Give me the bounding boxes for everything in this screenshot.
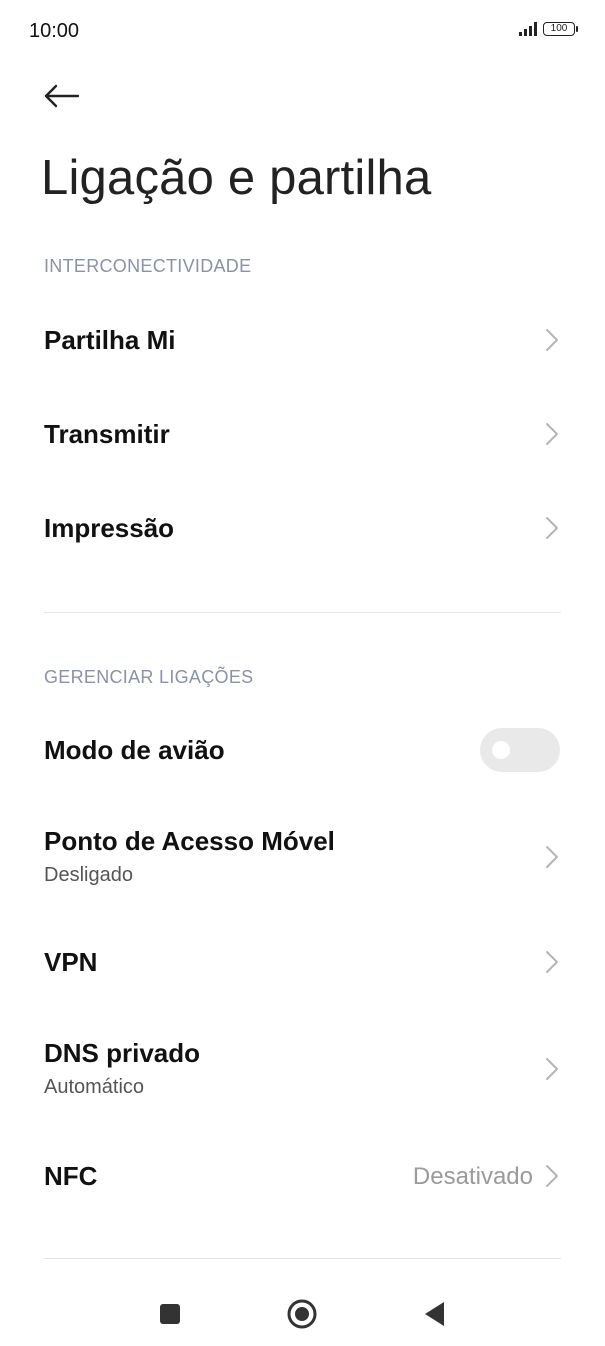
nav-back-button[interactable]	[414, 1294, 454, 1334]
airplane-mode-row[interactable]: Modo de avião	[0, 704, 605, 798]
status-icons: 100	[519, 22, 578, 36]
row-label: VPN	[44, 947, 98, 977]
row-sublabel: Automático	[44, 1076, 145, 1098]
navigation-bar	[0, 1276, 605, 1346]
chevron-right-icon	[546, 846, 558, 868]
hotspot-row[interactable]: Ponto de Acesso Móvel Desligado	[0, 808, 605, 908]
row-label: Ponto de Acesso Móvel	[44, 826, 335, 856]
chevron-right-icon	[546, 329, 558, 351]
nfc-row[interactable]: NFC Desativado	[0, 1128, 605, 1222]
private-dns-row[interactable]: DNS privado Automático	[0, 1020, 605, 1120]
battery-level: 100	[550, 23, 568, 34]
vpn-row[interactable]: VPN	[0, 916, 605, 1010]
row-label: NFC	[44, 1161, 98, 1191]
back-button[interactable]	[40, 76, 84, 116]
section-divider	[44, 612, 561, 613]
chevron-right-icon	[546, 1058, 558, 1080]
bottom-divider	[44, 1258, 561, 1259]
row-label: Impressão	[44, 513, 175, 543]
impressao-row[interactable]: Impressão	[0, 482, 605, 576]
square-icon	[160, 1304, 180, 1324]
battery-icon: 100	[543, 22, 578, 36]
row-label: DNS privado	[44, 1038, 201, 1068]
partilha-mi-row[interactable]: Partilha Mi	[0, 294, 605, 388]
row-label: Partilha Mi	[44, 325, 176, 355]
chevron-right-icon	[546, 951, 558, 973]
toggle-knob	[492, 741, 510, 759]
triangle-back-icon	[425, 1302, 444, 1326]
section-header-interconnectivity: INTERCONECTIVIDADE	[44, 256, 252, 276]
row-label: Modo de avião	[44, 735, 225, 765]
recents-button[interactable]	[150, 1294, 190, 1334]
screen: 10:00 100 Ligação e partilha INTERCONECT…	[0, 0, 605, 1346]
chevron-right-icon	[546, 1165, 558, 1187]
chevron-right-icon	[546, 423, 558, 445]
status-time: 10:00	[29, 20, 80, 42]
signal-bars-icon	[519, 22, 537, 36]
chevron-right-icon	[546, 517, 558, 539]
row-label: Transmitir	[44, 419, 170, 449]
nfc-status-value: Desativado	[412, 1163, 533, 1190]
arrow-left-icon	[44, 84, 80, 108]
row-sublabel: Desligado	[44, 864, 133, 886]
airplane-mode-toggle[interactable]	[480, 728, 560, 772]
circle-icon	[287, 1299, 317, 1329]
home-button[interactable]	[282, 1294, 322, 1334]
transmitir-row[interactable]: Transmitir	[0, 388, 605, 482]
page-title: Ligação e partilha	[41, 151, 432, 205]
status-bar: 10:00 100	[0, 0, 605, 62]
section-header-manage-connections: GERENCIAR LIGAÇÕES	[44, 667, 254, 687]
